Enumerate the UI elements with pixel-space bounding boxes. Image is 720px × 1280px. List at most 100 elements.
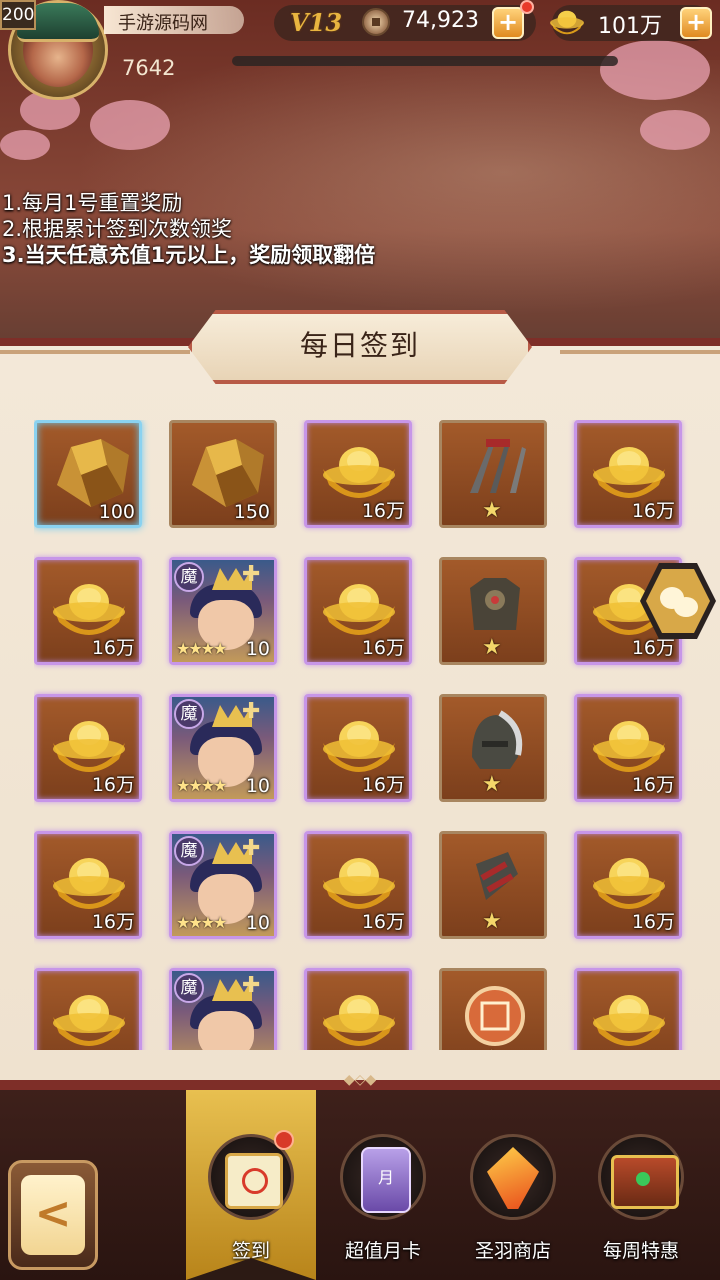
- reward-amount: 10: [245, 775, 270, 797]
- panel-title-plate: 每日签到: [188, 310, 532, 384]
- reward-cell[interactable]: 魔 ✚ ★★★★ 10: [169, 831, 277, 939]
- back-arrow-icon: <: [21, 1175, 85, 1255]
- tab-label: 超值月卡: [344, 1240, 421, 1262]
- reward-amount: 16万: [361, 911, 405, 933]
- panel-divider: [0, 350, 190, 354]
- reward-cell[interactable]: 16万: [34, 831, 142, 939]
- copper-coin-icon: [362, 8, 390, 36]
- reward-amount: 16万: [631, 774, 675, 796]
- gold-ingot-icon: [593, 995, 665, 1046]
- reward-cell[interactable]: ★: [439, 557, 547, 665]
- token-icon: [465, 986, 525, 1046]
- star-rating-icon: ★★★★: [176, 913, 227, 932]
- top-bar: 200 手游源码网 ✿ 7642 V13 74,923 + 101万 +: [0, 0, 720, 100]
- notification-dot: [520, 0, 534, 14]
- faction-badge: 魔: [174, 836, 204, 866]
- power-value: 7642: [122, 56, 176, 80]
- panel-title: 每日签到: [299, 329, 420, 362]
- add-ingot-button[interactable]: +: [680, 7, 712, 39]
- month-card-icon: 月: [340, 1134, 426, 1220]
- faction-badge: 魔: [174, 699, 204, 729]
- reward-amount: 16万: [361, 637, 405, 659]
- faction-badge: 魔: [174, 973, 204, 1003]
- rule-line-2: 2.根据累计签到次数领奖: [2, 217, 233, 241]
- reward-amount: 16万: [91, 774, 135, 796]
- reward-cell[interactable]: 16万: [574, 694, 682, 802]
- emblem-icon: ✚: [242, 973, 261, 998]
- level-badge: 200: [0, 0, 36, 30]
- reward-grid: 100 150 16万 ★ 16万 16万魔 ✚ ★★★★ 10 16万 ★ 16万 16万魔 ✚ ★★★★…: [34, 420, 694, 1050]
- tab-label: 签到: [231, 1240, 270, 1262]
- reward-amount: 16万: [631, 500, 675, 522]
- name-plate[interactable]: 手游源码网 ✿: [104, 6, 329, 34]
- reward-amount: 150: [233, 501, 270, 523]
- reward-cell[interactable]: 16万: [304, 694, 412, 802]
- faction-badge: 魔: [174, 562, 204, 592]
- reward-cell[interactable]: ★: [439, 694, 547, 802]
- gold-ore-icon: [192, 439, 264, 507]
- reward-cell[interactable]: 魔 ✚ ★★★★ 10: [169, 694, 277, 802]
- star-icon: ★: [482, 772, 502, 797]
- reward-amount: 10: [245, 638, 270, 660]
- rules-text: 1.每月1号重置奖励 2.根据累计签到次数领奖 3.当天任意充值1元以上，奖励领…: [2, 190, 375, 268]
- bottom-nav: < 签到月超值月卡 圣羽商店 每周特惠: [0, 1090, 720, 1280]
- tab-label: 圣羽商店: [474, 1240, 551, 1262]
- star-icon: ★: [482, 909, 502, 934]
- reward-cell[interactable]: 16万: [574, 420, 682, 528]
- reward-cell[interactable]: 魔 ✚ ★★★★ 10: [169, 557, 277, 665]
- vip-level[interactable]: V13: [290, 8, 342, 37]
- notification-dot: [274, 1130, 294, 1150]
- armor-icon: [470, 578, 520, 630]
- reward-amount: 16万: [91, 911, 135, 933]
- panel-ornament-icon: ◆◇◆: [343, 1072, 377, 1088]
- blossom-decoration: [0, 130, 50, 160]
- experience-bar: [232, 56, 618, 66]
- tab-chest[interactable]: 每周特惠: [576, 1090, 706, 1280]
- star-icon: ★: [482, 498, 502, 523]
- reward-amount: 16万: [631, 911, 675, 933]
- blossom-decoration: [90, 100, 170, 150]
- reward-cell[interactable]: ★: [439, 420, 547, 528]
- ingot-amount: 101万: [598, 14, 662, 39]
- reward-cell[interactable]: 魔✚★★★★: [169, 968, 277, 1050]
- emblem-icon: ✚: [242, 699, 261, 724]
- reward-cell[interactable]: 16万: [34, 557, 142, 665]
- reward-amount: 16万: [91, 637, 135, 659]
- helmet-icon: [472, 710, 523, 769]
- back-button[interactable]: <: [8, 1160, 98, 1270]
- reward-cell[interactable]: 150: [169, 420, 277, 528]
- claw-icon: [470, 439, 526, 493]
- reward-cell[interactable]: 16万: [304, 831, 412, 939]
- star-rating-icon: ★★★★: [176, 639, 227, 658]
- rule-line-3: 3.当天任意充值1元以上，奖励领取翻倍: [2, 243, 376, 267]
- reward-cell[interactable]: ★: [439, 831, 547, 939]
- feather-icon: [470, 1134, 556, 1220]
- emblem-icon: ✚: [242, 562, 261, 587]
- reward-cell[interactable]: 16万: [304, 557, 412, 665]
- tab-month-card[interactable]: 月超值月卡: [318, 1090, 448, 1280]
- reward-cell[interactable]: [304, 968, 412, 1050]
- reward-cell[interactable]: [574, 968, 682, 1050]
- panel-divider: [560, 350, 720, 354]
- chat-icon: [646, 569, 710, 633]
- blossom-decoration: [640, 110, 710, 150]
- gold-ingot-icon: [53, 995, 125, 1046]
- star-icon: ★: [482, 635, 502, 660]
- add-copper-button[interactable]: +: [492, 7, 524, 39]
- rule-line-1: 1.每月1号重置奖励: [2, 191, 183, 215]
- reward-cell[interactable]: 16万: [574, 831, 682, 939]
- tab-scroll[interactable]: 签到: [186, 1090, 316, 1280]
- bracer-icon: [476, 852, 518, 900]
- reward-cell[interactable]: 100: [34, 420, 142, 528]
- gold-ingot-icon: [323, 995, 395, 1046]
- star-rating-icon: ★★★★: [176, 776, 227, 795]
- reward-cell[interactable]: [34, 968, 142, 1050]
- reward-cell[interactable]: 16万: [34, 694, 142, 802]
- reward-cell[interactable]: ★: [439, 968, 547, 1050]
- player-name: 手游源码网: [118, 13, 208, 34]
- gold-ore-icon: [57, 439, 129, 507]
- chest-icon: [598, 1134, 684, 1220]
- reward-amount: 16万: [361, 500, 405, 522]
- reward-cell[interactable]: 16万: [304, 420, 412, 528]
- tab-feather[interactable]: 圣羽商店: [448, 1090, 578, 1280]
